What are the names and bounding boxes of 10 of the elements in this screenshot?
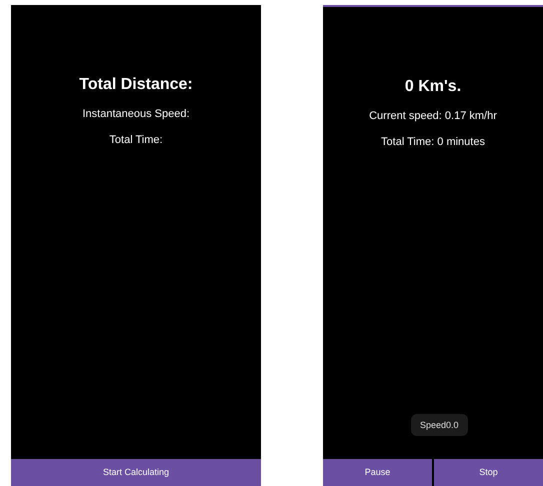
speed-label: Instantaneous Speed: [82,107,190,121]
toast-message: Speed0.0 [411,414,468,436]
speed-label: Current speed: 0.17 km/hr [369,109,497,123]
distance-heading: 0 Km's. [404,77,462,97]
action-button[interactable]: Pause [323,459,432,486]
time-label: Total Time: [109,133,163,147]
time-label: Total Time: 0 minutes [381,135,485,149]
action-button[interactable]: Start Calculating [11,459,261,486]
distance-heading: Total Distance: [79,75,193,95]
action-button[interactable]: Stop [434,459,543,486]
